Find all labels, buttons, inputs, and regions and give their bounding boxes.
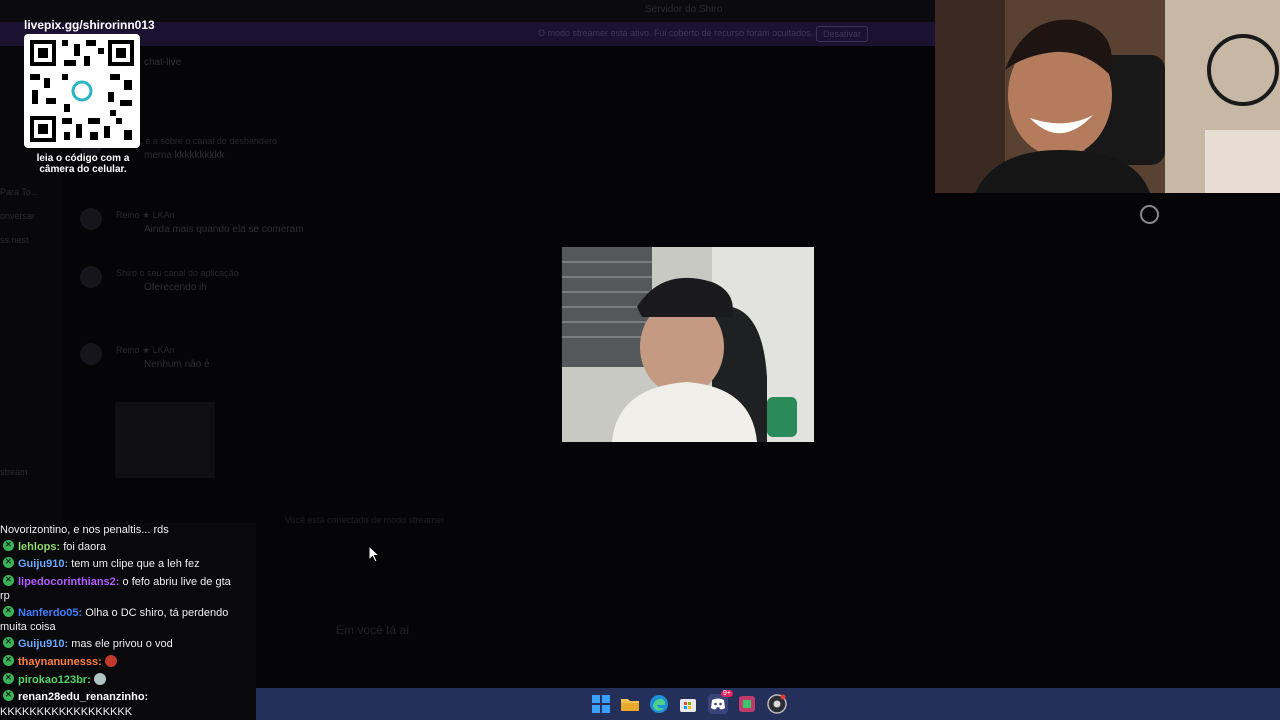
- moderator-badge-icon: [3, 635, 14, 649]
- background-message: Vaildo, é a sobre o canal do desbandero …: [80, 134, 520, 174]
- avatar: [80, 208, 102, 230]
- chat-message: lehlops: foi daora: [0, 538, 256, 554]
- background-banner-text: O modo streamer está ativo. Fui coberto …: [538, 28, 814, 38]
- moderator-badge-icon: [3, 538, 14, 552]
- background-info-text: Você está conectado de modo streamer: [285, 515, 445, 525]
- background-sidebar-item[interactable]: onversar: [0, 211, 35, 221]
- chat-message-text: Olha o DC shiro, tá perdendo: [85, 607, 229, 619]
- message-text: Ainda mais quando ela se comeram: [144, 224, 304, 235]
- moderator-badge-icon: [3, 573, 14, 587]
- mouse-cursor-icon: [368, 544, 381, 568]
- qr-caption-line: câmera do celular.: [39, 164, 127, 175]
- background-message: Reino ★ LKAn Ainda mais quando ela se co…: [80, 208, 520, 248]
- moderator-badge-icon: [3, 688, 14, 702]
- background-message: Shiro o seu canal do aplicação Oferecend…: [80, 266, 520, 306]
- chat-message-text: KKKKKKKKKKKKKKKKKK: [0, 706, 133, 718]
- chat-message-continuation: muita coisa: [0, 620, 256, 634]
- message-header: Reino ★ LKAn: [116, 210, 175, 220]
- message-header: Shiro o seu canal do aplicação: [116, 268, 239, 278]
- shared-video: [562, 247, 814, 442]
- qr-caption: leia o código com a câmera do celular.: [24, 153, 142, 175]
- chat-message-continuation: rp: [0, 589, 256, 603]
- background-server-title: Servidor do Shiro: [645, 4, 723, 15]
- chat-message-text: muita coisa: [0, 621, 56, 633]
- background-sidebar-item[interactable]: ss nest: [0, 235, 29, 245]
- chat-username[interactable]: lipedocorinthians2:: [18, 576, 119, 588]
- avatar: [80, 266, 102, 288]
- file-explorer-icon[interactable]: [620, 694, 640, 714]
- chat-message: thaynanunesss:: [0, 653, 256, 669]
- chat-message-text: rp: [0, 590, 10, 602]
- microsoft-store-icon[interactable]: [678, 694, 698, 714]
- message-text: mema kkkkkkkkkk: [144, 150, 225, 161]
- chat-username[interactable]: lehlops:: [18, 541, 60, 553]
- chat-message-text: tem um clipe que a leh fez: [71, 558, 200, 570]
- chat-message: lipedocorinthians2: o fefo abriu live de…: [0, 573, 256, 589]
- loading-spinner-icon: [1140, 205, 1159, 224]
- background-banner-button[interactable]: Desativar: [816, 26, 868, 42]
- background-channel-label: chat-live: [144, 57, 182, 68]
- chat-message: Guiju910: mas ele privou o vod: [0, 635, 256, 651]
- chat-message-continuation: KKKKKKKKKKKKKKKKKK: [0, 705, 256, 719]
- chat-username[interactable]: Guiju910:: [18, 558, 68, 570]
- background-footer-text: Em você tá aí: [336, 623, 410, 637]
- app-green-icon[interactable]: [737, 694, 757, 714]
- qr-code: [24, 34, 140, 148]
- emote-icon: [93, 673, 106, 685]
- chat-username[interactable]: pirokao123br:: [18, 674, 91, 686]
- background-image-attachment: [115, 402, 215, 478]
- chat-message: Novorizontino, e nos penaltis... rds: [0, 523, 256, 537]
- moderator-badge-icon: [3, 671, 14, 685]
- chat-message-text: mas ele privou o vod: [71, 638, 173, 650]
- emote-icon: [104, 655, 117, 667]
- chat-message: renan28edu_renanzinho:: [0, 688, 256, 704]
- notification-badge: 9+: [721, 690, 733, 697]
- chat-username[interactable]: thaynanunesss:: [18, 656, 102, 668]
- edge-browser-icon[interactable]: [649, 694, 669, 714]
- livepix-url: livepix.gg/shirorinn013: [24, 18, 155, 32]
- streamer-webcam: [935, 0, 1280, 193]
- avatar: [80, 343, 102, 365]
- message-text: Oferecendo ih: [144, 282, 207, 293]
- chat-message-text: Novorizontino, e nos penaltis... rds: [0, 524, 169, 536]
- chat-message-text: foi daora: [63, 541, 107, 553]
- livepix-qr-panel: livepix.gg/shirorinn013 leia o código co…: [24, 18, 155, 175]
- chat-username[interactable]: renan28edu_renanzinho:: [18, 691, 148, 703]
- chat-username[interactable]: Guiju910:: [18, 638, 68, 650]
- chat-message: Nanferdo05: Olha o DC shiro, tá perdendo: [0, 604, 256, 620]
- moderator-badge-icon: [3, 604, 14, 618]
- message-text: Nenhum não é: [144, 359, 210, 370]
- discord-icon[interactable]: 9+: [708, 690, 733, 714]
- background-sidebar-item[interactable]: Para To...: [0, 187, 38, 197]
- background-sidebar-item[interactable]: stream: [0, 467, 28, 477]
- moderator-badge-icon: [3, 653, 14, 667]
- message-header: Reino ★ LKAn: [116, 345, 175, 355]
- chrome-icon[interactable]: [767, 694, 787, 714]
- chat-message: pirokao123br:: [0, 671, 256, 687]
- windows-start-icon[interactable]: [591, 694, 611, 714]
- background-message: Reino ★ LKAn Nenhum não é: [80, 343, 520, 383]
- qr-caption-line: leia o código com a: [36, 153, 130, 164]
- chat-message: Guiju910: tem um clipe que a leh fez: [0, 555, 256, 571]
- chat-username[interactable]: Nanferdo05:: [18, 607, 82, 619]
- chat-message-text: o fefo abriu live de gta: [122, 576, 231, 588]
- moderator-badge-icon: [3, 555, 14, 569]
